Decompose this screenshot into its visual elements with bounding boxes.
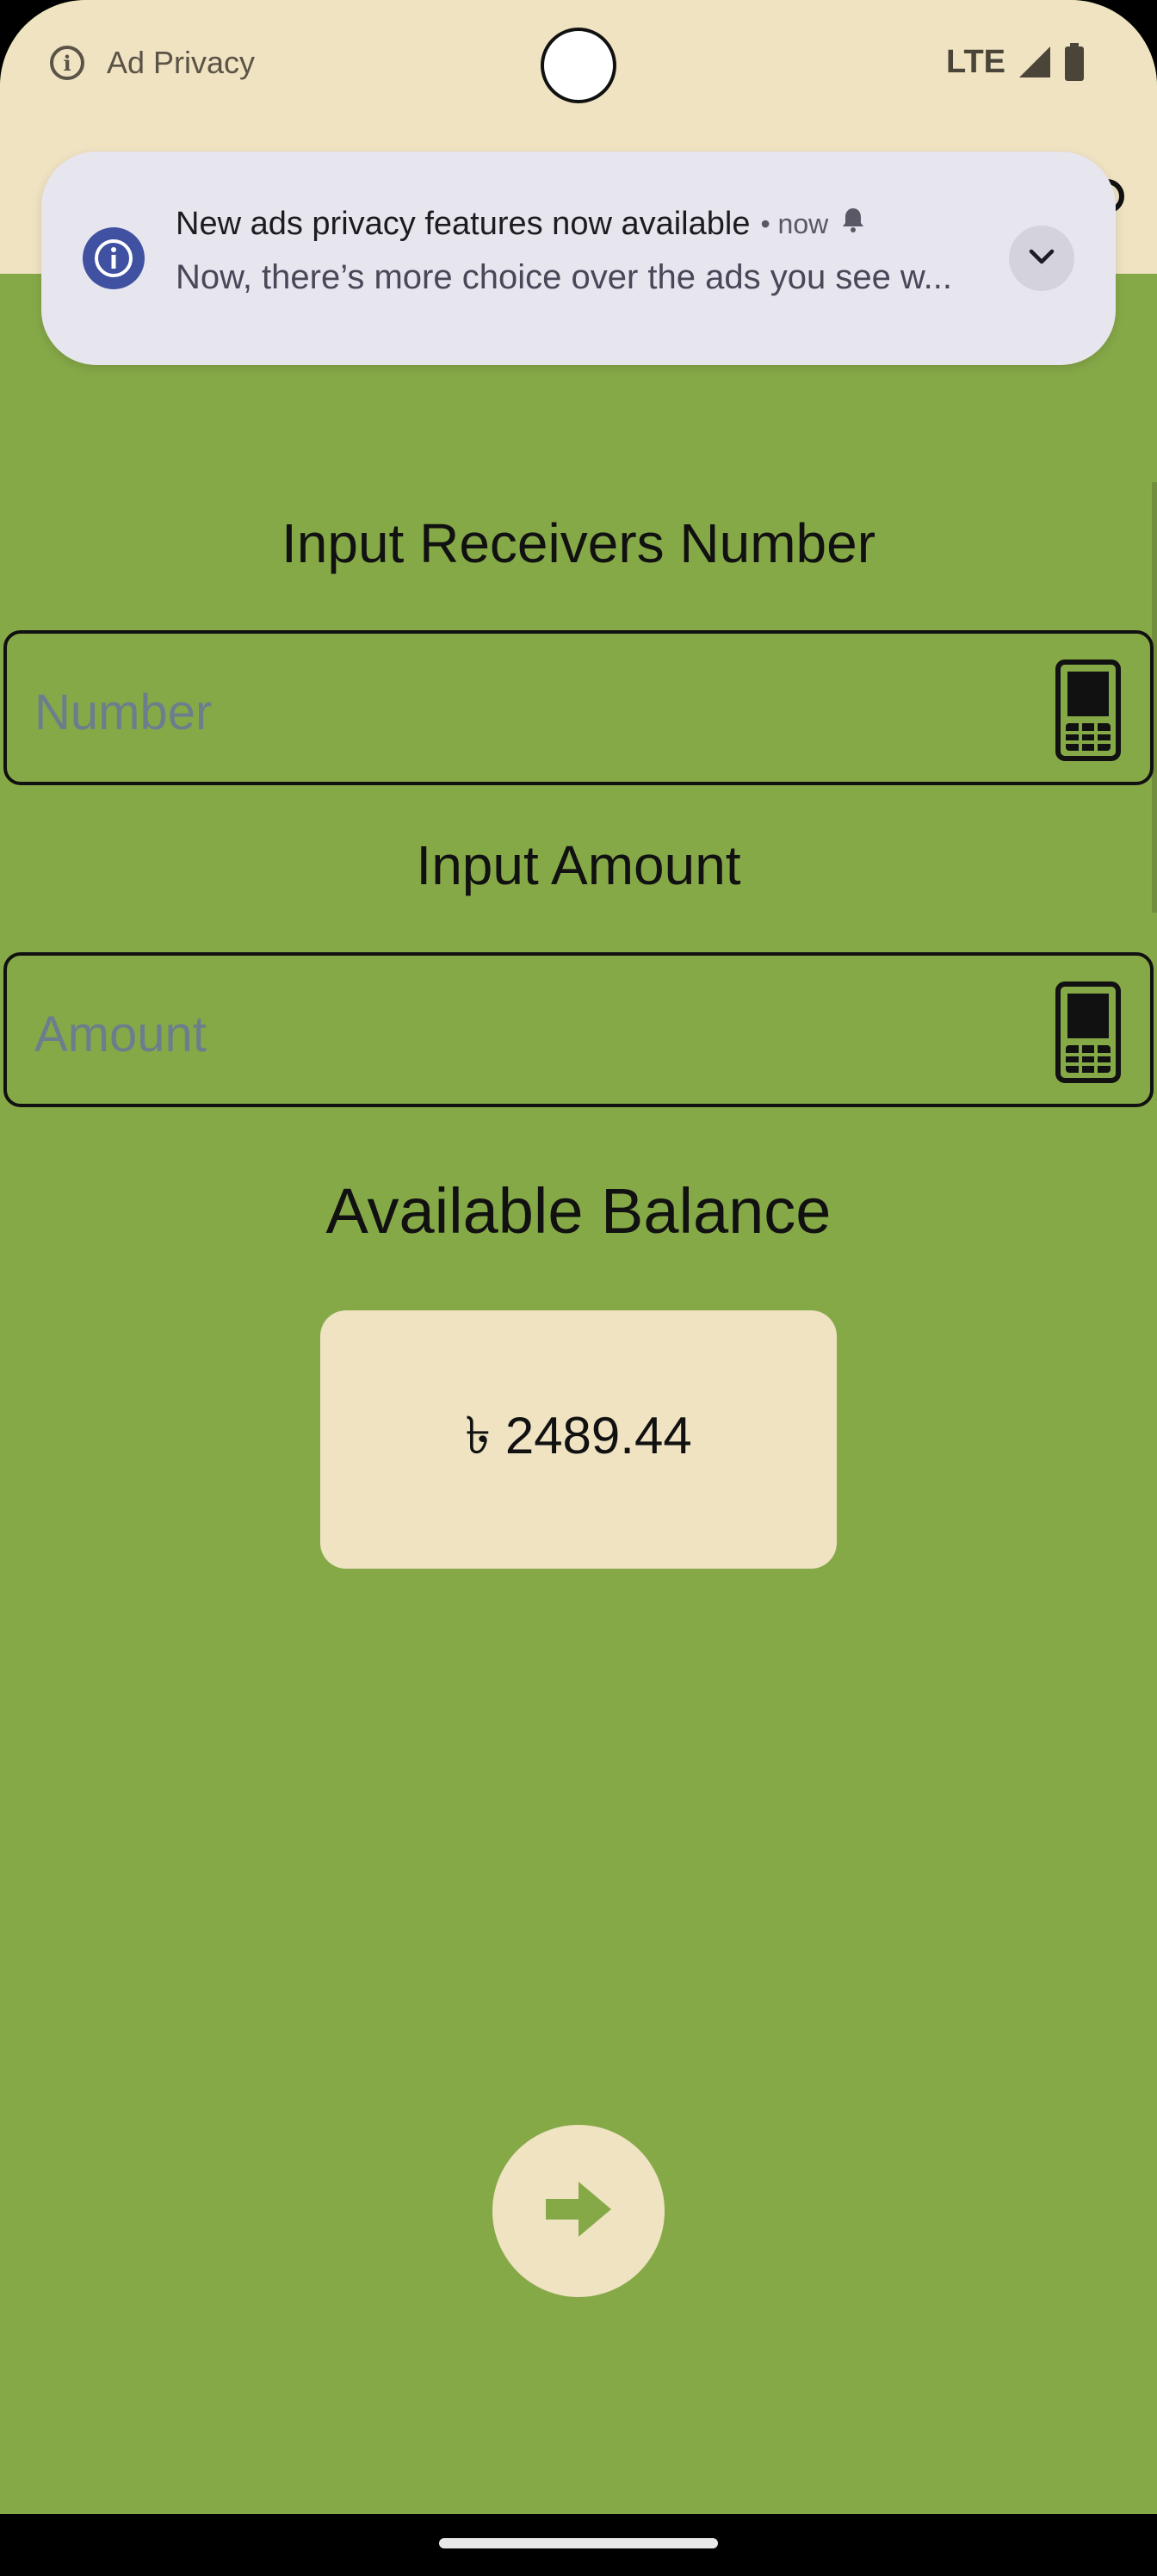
status-bar: i Ad Privacy LTE [0, 0, 1157, 129]
receiver-number-field[interactable]: Number [3, 630, 1154, 785]
status-left: i Ad Privacy [50, 45, 255, 81]
available-balance-label: Available Balance [325, 1175, 832, 1247]
notification-body: Now, there’s more choice over the ads yo… [176, 258, 952, 296]
phone-icon [1055, 659, 1121, 765]
balance-value: ৳ 2489.44 [465, 1407, 692, 1464]
notification-title-row: New ads privacy features now available •… [176, 205, 868, 243]
camera-cutout [541, 28, 616, 103]
notification-title: New ads privacy features now available [176, 205, 751, 242]
status-right: LTE [946, 43, 1085, 81]
info-outline-icon: i [50, 46, 84, 80]
amount-placeholder: Amount [34, 1006, 207, 1062]
expand-notification-button[interactable] [1009, 226, 1074, 291]
notification-card[interactable]: New ads privacy features now available •… [41, 152, 1116, 365]
info-icon [83, 227, 145, 289]
navigation-bar [0, 2514, 1157, 2576]
notification-time: • now [760, 207, 829, 239]
signal-icon [1018, 45, 1052, 79]
next-button[interactable] [492, 2125, 665, 2297]
phone-icon [1055, 981, 1121, 1087]
number-placeholder: Number [34, 684, 213, 740]
battery-icon [1064, 43, 1085, 81]
arrow-right-icon [542, 2177, 615, 2246]
network-label: LTE [946, 43, 1005, 80]
home-gesture-handle[interactable] [439, 2538, 718, 2548]
amount-field[interactable]: Amount [3, 952, 1154, 1107]
balance-card: ৳ 2489.44 [320, 1310, 837, 1569]
status-app-label: Ad Privacy [107, 45, 256, 80]
chevron-down-icon [1024, 239, 1059, 278]
receiver-number-label: Input Receivers Number [281, 512, 876, 574]
amount-label: Input Amount [416, 834, 741, 896]
app-screen: i Ad Privacy LTE New ads privacy feature… [0, 0, 1157, 2576]
bell-icon [838, 205, 868, 243]
